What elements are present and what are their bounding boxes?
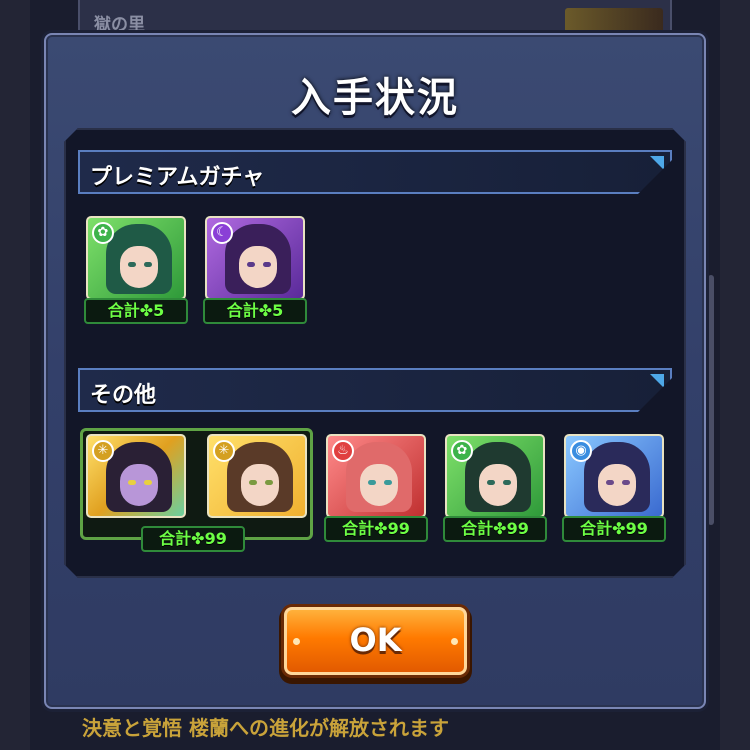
dialog-title: 入手状況 bbox=[291, 75, 459, 121]
character-eye bbox=[128, 480, 136, 485]
character-face bbox=[120, 246, 158, 288]
character-face bbox=[239, 246, 277, 288]
character-eye bbox=[263, 262, 271, 267]
section-label: その他 bbox=[90, 383, 157, 408]
corner-marker-icon bbox=[650, 156, 664, 170]
obtained-count-badge: 合計✤99 bbox=[324, 516, 428, 542]
character-card[interactable]: ◉ bbox=[564, 434, 664, 518]
character-card[interactable]: ✳ bbox=[207, 434, 307, 518]
character-card[interactable]: ✳ bbox=[86, 434, 186, 518]
leaf-icon: ✿ bbox=[451, 440, 473, 462]
section-header-premium-gacha: プレミアムガチャ bbox=[78, 150, 672, 194]
character-eye bbox=[128, 262, 136, 267]
ok-label: OK bbox=[349, 621, 402, 659]
drop-icon: ◉ bbox=[570, 440, 592, 462]
sun-icon: ✳ bbox=[213, 440, 235, 462]
character-eye bbox=[487, 480, 495, 485]
character-eye bbox=[368, 480, 376, 485]
obtained-count-badge: 合計✤99 bbox=[443, 516, 547, 542]
obtained-count-badge: 合計✤5 bbox=[203, 298, 307, 324]
flame-icon: ♨ bbox=[332, 440, 354, 462]
character-face bbox=[479, 464, 517, 506]
rivet-icon bbox=[293, 638, 300, 645]
character-eye bbox=[247, 262, 255, 267]
background-top-text: 獄の里 bbox=[94, 15, 145, 35]
background-left bbox=[0, 0, 30, 750]
section-label: プレミアムガチャ bbox=[90, 165, 265, 190]
rivet-icon bbox=[451, 638, 458, 645]
obtained-count-badge: 合計✤5 bbox=[84, 298, 188, 324]
character-card[interactable]: ☾ bbox=[205, 216, 305, 300]
character-card[interactable]: ♨ bbox=[326, 434, 426, 518]
character-card[interactable]: ✿ bbox=[445, 434, 545, 518]
character-eye bbox=[606, 480, 614, 485]
section-header-others: その他 bbox=[78, 368, 672, 412]
corner-marker-icon bbox=[650, 374, 664, 388]
character-face bbox=[241, 464, 279, 506]
background-right bbox=[720, 0, 750, 750]
ok-button[interactable]: OK bbox=[284, 607, 467, 675]
character-eye bbox=[622, 480, 630, 485]
character-eye bbox=[144, 480, 152, 485]
character-eye bbox=[144, 262, 152, 267]
leaf-icon: ✿ bbox=[92, 222, 114, 244]
obtained-count-badge: 合計✤99 bbox=[562, 516, 666, 542]
character-face bbox=[120, 464, 158, 506]
character-face bbox=[360, 464, 398, 506]
background-bottom-text: 決意と覚悟 楼蘭への進化が解放されます bbox=[82, 716, 449, 740]
character-eye bbox=[503, 480, 511, 485]
grouped-count-badge: 合計✤99 bbox=[141, 526, 245, 552]
character-card[interactable]: ✿ bbox=[86, 216, 186, 300]
scrollbar[interactable] bbox=[708, 275, 714, 525]
crescent-icon: ☾ bbox=[211, 222, 233, 244]
character-eye bbox=[384, 480, 392, 485]
sun-icon: ✳ bbox=[92, 440, 114, 462]
character-face bbox=[598, 464, 636, 506]
character-eye bbox=[265, 480, 273, 485]
character-eye bbox=[249, 480, 257, 485]
